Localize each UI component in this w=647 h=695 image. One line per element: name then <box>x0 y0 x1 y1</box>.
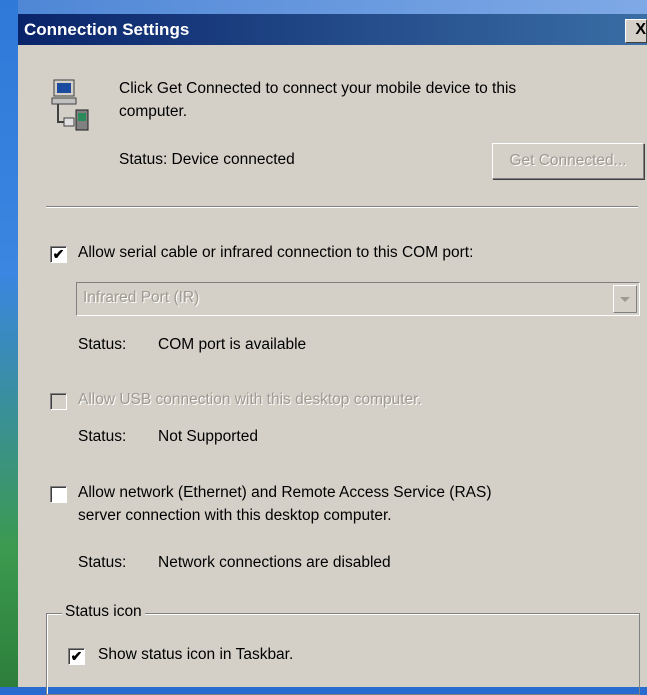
com-port-select[interactable]: Infrared Port (IR) <box>76 282 640 316</box>
network-checkbox[interactable] <box>50 486 67 503</box>
show-status-icon-checkbox[interactable]: ✔ <box>68 648 85 665</box>
serial-checkbox[interactable]: ✔ <box>50 246 67 263</box>
desktop-background <box>0 0 18 687</box>
network-label-line1[interactable]: Allow network (Ethernet) and Remote Acce… <box>78 484 492 502</box>
show-status-icon-label[interactable]: Show status icon in Taskbar. <box>98 646 293 664</box>
title-bar[interactable]: Connection Settings X <box>18 14 647 45</box>
network-label-line2[interactable]: server connection with this desktop comp… <box>78 507 392 525</box>
checkmark-icon: ✔ <box>70 648 83 664</box>
close-icon: X <box>635 21 646 38</box>
separator <box>46 206 638 208</box>
network-status-label: Status: <box>78 554 127 571</box>
device-status-text: Status: Device connected <box>119 151 295 168</box>
network-status-value: Network connections are disabled <box>158 554 391 571</box>
intro-message-line2: computer. <box>119 103 188 120</box>
usb-label: Allow USB connection with this desktop c… <box>78 391 422 408</box>
status-icon-group-legend: Status icon <box>62 603 145 621</box>
serial-status-label: Status: <box>78 336 127 353</box>
computer-device-icon <box>51 79 89 131</box>
get-connected-button[interactable]: Get Connected... <box>492 143 644 179</box>
usb-checkbox[interactable] <box>50 393 67 410</box>
usb-status-label: Status: <box>78 428 127 445</box>
connection-settings-dialog: Connection Settings X Click Get Connecte… <box>18 0 647 695</box>
close-button[interactable]: X <box>625 19 647 43</box>
checkmark-icon: ✔ <box>52 246 65 262</box>
com-port-value: Infrared Port (IR) <box>83 289 200 306</box>
usb-status-value: Not Supported <box>158 428 258 445</box>
window-top-edge <box>18 0 647 14</box>
serial-label[interactable]: Allow serial cable or infrared connectio… <box>78 244 473 262</box>
chevron-down-icon[interactable] <box>613 285 637 313</box>
serial-status-value: COM port is available <box>158 336 307 353</box>
window-title: Connection Settings <box>24 20 190 39</box>
intro-message-line1: Click Get Connected to connect your mobi… <box>119 80 517 97</box>
